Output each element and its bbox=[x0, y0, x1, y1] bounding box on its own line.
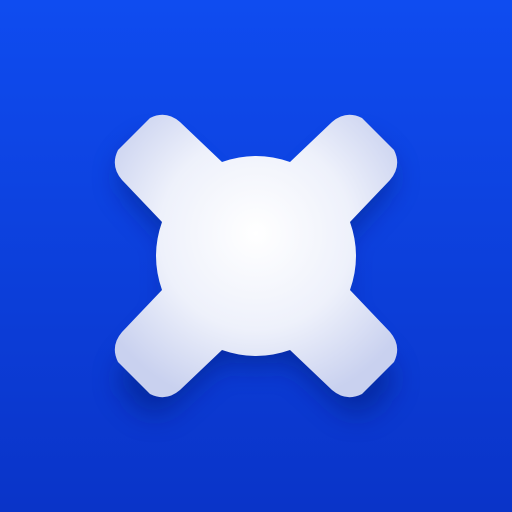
app-icon bbox=[0, 0, 512, 512]
app-icon-canvas bbox=[0, 0, 512, 512]
four-point-star-icon bbox=[114, 114, 398, 398]
